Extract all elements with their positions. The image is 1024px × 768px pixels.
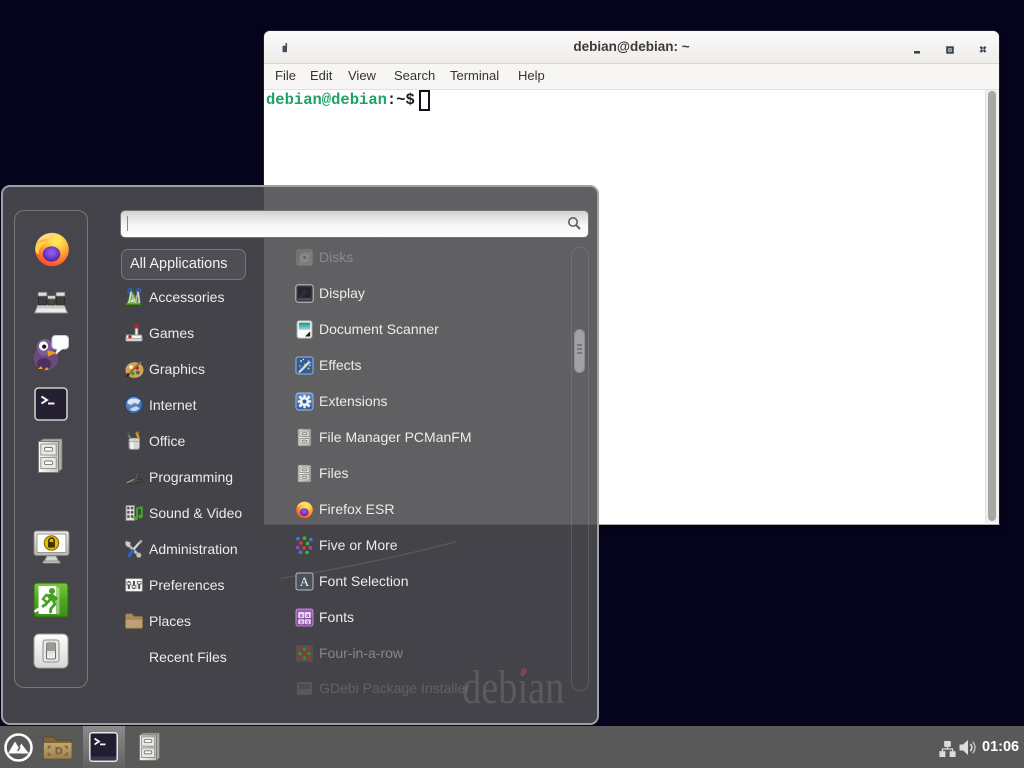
svg-text:A: A	[300, 574, 310, 589]
